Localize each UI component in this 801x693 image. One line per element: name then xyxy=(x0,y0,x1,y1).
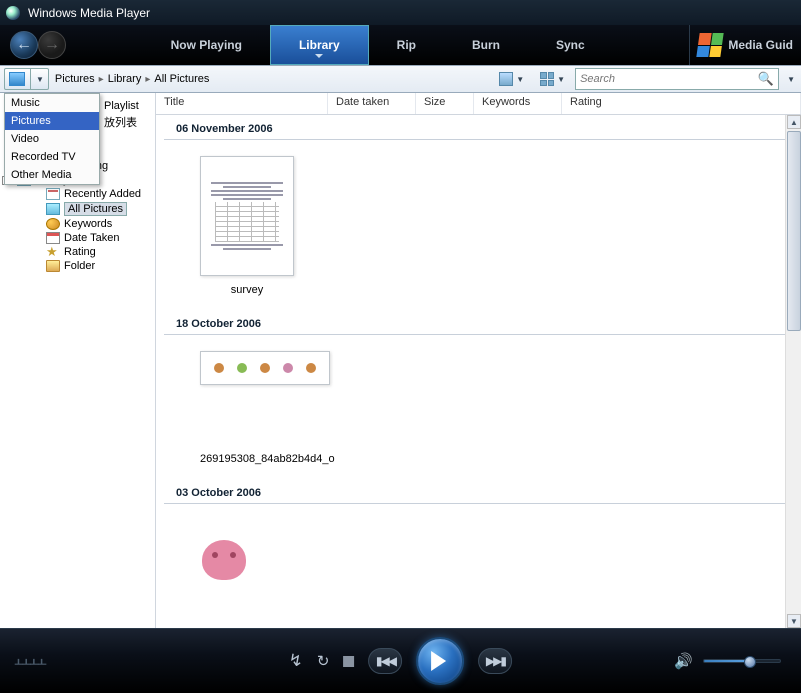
column-header: Title Date taken Size Keywords Rating xyxy=(156,93,801,115)
layout-button[interactable]: ▼ xyxy=(493,68,530,90)
breadcrumb-path: Pictures ▸ Library ▸ All Pictures xyxy=(55,73,209,85)
chevron-down-icon: ▼ xyxy=(36,75,44,84)
list-item[interactable]: 269195308_84ab82b4d4_o xyxy=(200,351,335,465)
thumbnail-icon xyxy=(200,351,330,385)
volume-slider[interactable] xyxy=(703,659,781,663)
window-title: Windows Media Player xyxy=(28,6,150,20)
back-button[interactable]: ← xyxy=(10,31,38,59)
mute-button[interactable]: 🔊 xyxy=(674,652,693,670)
recent-icon xyxy=(46,188,60,200)
pictures-icon xyxy=(46,203,60,215)
tree-item-rating[interactable]: ★Rating xyxy=(0,245,155,259)
equalizer-icon[interactable]: ⫠⫠⫠⫠ xyxy=(14,652,45,670)
column-title[interactable]: Title xyxy=(156,93,328,114)
column-size[interactable]: Size xyxy=(416,93,474,114)
tab-burn[interactable]: Burn xyxy=(444,25,528,65)
previous-button[interactable]: ▮◀◀ xyxy=(368,648,402,674)
group-header: 06 November 2006 xyxy=(164,117,793,140)
tag-icon xyxy=(46,218,60,230)
breadcrumb-all-pictures[interactable]: All Pictures xyxy=(154,73,209,85)
item-label: 269195308_84ab82b4d4_o xyxy=(200,453,335,465)
search-input[interactable] xyxy=(580,73,758,85)
scrollbar[interactable]: ▲ ▼ xyxy=(785,115,801,628)
scroll-up-button[interactable]: ▲ xyxy=(787,115,801,129)
repeat-button[interactable]: ↻ xyxy=(317,652,330,670)
main-list: 06 November 2006 survey 18 October 2006 … xyxy=(156,115,801,628)
dropdown-item-other-media[interactable]: Other Media xyxy=(5,166,99,184)
search-icon[interactable]: 🔍 xyxy=(758,71,774,87)
content-area: Playlist 放列表 test tt Now Playing −Librar… xyxy=(0,93,801,628)
thumbnail-icon xyxy=(200,538,248,582)
category-selector-button[interactable]: ▼ xyxy=(4,68,49,90)
search-options-button[interactable]: ▼ xyxy=(787,75,795,84)
column-date-taken[interactable]: Date taken xyxy=(328,93,416,114)
tree-item-all-pictures[interactable]: All Pictures xyxy=(0,201,155,217)
tree-item-recently-added[interactable]: Recently Added xyxy=(0,187,155,201)
list-item[interactable] xyxy=(200,520,248,590)
player-bar: ⫠⫠⫠⫠ ↯ ↻ ▮◀◀ ▶▶▮ 🔊 xyxy=(0,628,801,693)
shuffle-button[interactable]: ↯ xyxy=(289,651,303,671)
group-header: 18 October 2006 xyxy=(164,312,793,335)
search-box: 🔍 xyxy=(575,68,779,90)
tab-now-playing[interactable]: Now Playing xyxy=(143,25,270,65)
media-guide-button[interactable]: Media Guid xyxy=(689,25,801,65)
view-options-button[interactable]: ▼ xyxy=(534,68,571,90)
title-bar: Windows Media Player xyxy=(0,0,801,25)
stop-button[interactable] xyxy=(343,656,354,667)
tree-item-folder[interactable]: Folder xyxy=(0,259,155,273)
column-rating[interactable]: Rating xyxy=(562,93,801,114)
dropdown-item-video[interactable]: Video xyxy=(5,130,99,148)
dropdown-item-pictures[interactable]: Pictures xyxy=(5,112,99,130)
play-button[interactable] xyxy=(416,637,464,685)
dropdown-item-recorded-tv[interactable]: Recorded TV xyxy=(5,148,99,166)
star-icon: ★ xyxy=(46,246,60,258)
breadcrumb-pictures[interactable]: Pictures xyxy=(55,73,95,85)
tree-item-keywords[interactable]: Keywords xyxy=(0,217,155,231)
tab-sync[interactable]: Sync xyxy=(528,25,613,65)
thumbnail-icon xyxy=(200,156,294,276)
breadcrumb-library[interactable]: Library xyxy=(108,73,142,85)
pictures-icon xyxy=(9,72,25,86)
media-guide-label: Media Guid xyxy=(728,38,793,52)
next-button[interactable]: ▶▶▮ xyxy=(478,648,512,674)
dropdown-item-music[interactable]: Music xyxy=(5,94,99,112)
tab-library[interactable]: Library xyxy=(270,25,369,65)
windows-flag-icon xyxy=(697,33,724,57)
scroll-down-button[interactable]: ▼ xyxy=(787,614,801,628)
calendar-icon xyxy=(46,232,60,244)
folder-icon xyxy=(46,260,60,272)
column-keywords[interactable]: Keywords xyxy=(474,93,562,114)
chevron-right-icon: ▸ xyxy=(99,74,104,85)
chevron-right-icon: ▸ xyxy=(145,74,150,85)
nav-bar: ← → Now Playing Library Rip Burn Sync Me… xyxy=(0,25,801,65)
forward-button[interactable]: → xyxy=(38,31,66,59)
scrollbar-thumb[interactable] xyxy=(787,131,801,331)
category-dropdown-menu: Music Pictures Video Recorded TV Other M… xyxy=(4,93,100,185)
list-item[interactable]: survey xyxy=(200,156,294,296)
item-label: survey xyxy=(200,284,294,296)
group-header: 03 October 2006 xyxy=(164,481,793,504)
tree-item-date-taken[interactable]: Date Taken xyxy=(0,231,155,245)
wmp-icon xyxy=(6,6,20,20)
breadcrumb-bar: ▼ Pictures ▸ Library ▸ All Pictures ▼ ▼ … xyxy=(0,65,801,93)
tab-rip[interactable]: Rip xyxy=(369,25,444,65)
